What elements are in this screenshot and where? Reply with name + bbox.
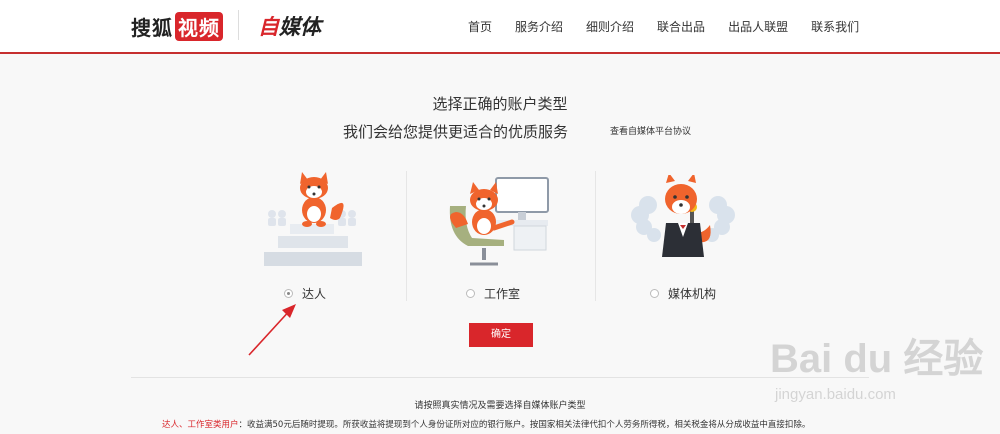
- nav-contact[interactable]: 联系我们: [811, 18, 859, 35]
- divider-line: [406, 171, 407, 301]
- logo-media-red: 自: [258, 15, 279, 39]
- watermark-url: jingyan.baidu.com: [775, 386, 896, 403]
- page-title: 选择正确的账户类型: [432, 95, 568, 113]
- page-subtitle: 我们会给您提供更适合的优质服务: [343, 123, 569, 141]
- logo-divider: [238, 10, 239, 40]
- nav-coproduction[interactable]: 联合出品: [657, 18, 705, 35]
- annotation-arrow-icon: [248, 304, 296, 356]
- radio-talent[interactable]: [284, 289, 293, 298]
- self-media-logo[interactable]: 自媒体: [258, 11, 321, 41]
- divider-line: [595, 171, 596, 301]
- note-highlight: 达人、工作室类用户: [162, 420, 239, 430]
- option-studio[interactable]: 工作室: [466, 285, 520, 302]
- radio-studio[interactable]: [466, 289, 475, 298]
- media-fox-illustration[interactable]: [630, 175, 736, 259]
- main-nav: 首页 服务介绍 细则介绍 联合出品 出品人联盟 联系我们: [468, 18, 882, 35]
- nav-services[interactable]: 服务介绍: [515, 18, 563, 35]
- talent-fox-illustration[interactable]: [262, 170, 364, 268]
- radio-media-org[interactable]: [650, 289, 659, 298]
- section-divider: [131, 377, 869, 378]
- nav-producer-alliance[interactable]: 出品人联盟: [728, 18, 788, 35]
- logo-sohu-text: 搜狐: [131, 16, 173, 40]
- option-studio-label: 工作室: [484, 287, 521, 301]
- note-text: ：收益满50元后随时提现。所获收益将提现到个人身份证所对应的银行账户。按国家相关…: [238, 420, 811, 430]
- option-media-org-label: 媒体机构: [668, 287, 717, 301]
- confirm-button[interactable]: 确定: [469, 323, 533, 347]
- logo-media-text: 媒体: [279, 15, 321, 39]
- nav-home[interactable]: 首页: [468, 18, 492, 35]
- nav-rules[interactable]: 细则介绍: [586, 18, 634, 35]
- option-talent-label: 达人: [302, 287, 327, 301]
- logo-video-badge: 视频: [175, 12, 223, 41]
- protocol-link[interactable]: 查看自媒体平台协议: [610, 124, 691, 137]
- top-header: 搜狐 视频 自媒体 首页 服务介绍 细则介绍 联合出品 出品人联盟 联系我们: [0, 0, 1000, 54]
- account-type-note: 达人、工作室类用户：收益满50元后随时提现。所获收益将提现到个人身份证所对应的银…: [162, 418, 810, 430]
- watermark-brand: Bai du 经验: [770, 337, 984, 381]
- sohu-video-logo[interactable]: 搜狐 视频: [131, 12, 223, 41]
- option-media-org[interactable]: 媒体机构: [650, 285, 716, 302]
- studio-fox-illustration[interactable]: [446, 176, 552, 268]
- baidu-watermark: Bai du 经验 jingyan.baidu.com: [770, 326, 984, 403]
